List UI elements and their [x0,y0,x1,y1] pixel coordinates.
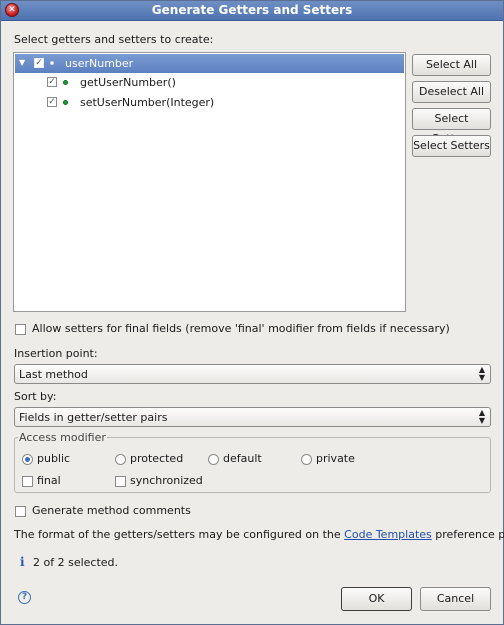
allow-setters-checkbox[interactable] [15,324,26,335]
info-icon: i [20,555,25,569]
ok-button[interactable]: OK [341,587,412,611]
sort-by-select[interactable]: Fields in getter/setter pairs ▲ ▼ [14,407,491,427]
help-icon[interactable]: ? [18,591,31,604]
field-name: userNumber [65,57,134,70]
members-tree[interactable]: ▼ ✓ userNumber ✓ getUserNumber() ✓ setUs… [13,52,406,312]
radio-public[interactable] [22,454,33,465]
insertion-point-label: Insertion point: [14,347,98,360]
generate-comments-checkbox[interactable] [15,506,26,517]
allow-setters-label: Allow setters for final fields (remove '… [32,322,450,335]
title-bar: ✕ Generate Getters and Setters [1,1,503,21]
updown-arrow-icon: ▲ ▼ [478,365,485,382]
radio-private-label: private [316,452,355,465]
radio-private[interactable] [301,454,312,465]
code-templates-link[interactable]: Code Templates [344,528,432,541]
final-label: final [37,474,61,487]
window-title: Generate Getters and Setters [151,3,353,17]
access-modifier-legend: Access modifier [18,431,107,444]
cancel-button[interactable]: Cancel [420,587,491,611]
insertion-point-select[interactable]: Last method ▲ ▼ [14,364,491,384]
access-modifier-group: Access modifier public protected default… [14,431,491,493]
select-all-button[interactable]: Select All [412,54,491,76]
info-text: The format of the getters/setters may be… [14,528,504,541]
radio-default-label: default [223,452,262,465]
select-getters-button[interactable]: Select Getters [412,108,491,145]
sort-by-value: Fields in getter/setter pairs [19,411,168,424]
public-method-icon [63,80,68,85]
final-checkbox[interactable] [22,476,33,487]
setter-name: setUserNumber(Integer) [80,96,215,109]
insertion-point-value: Last method [19,368,88,381]
select-setters-button[interactable]: Select Setters [412,135,491,157]
status-text: 2 of 2 selected. [33,556,119,569]
public-method-icon [63,100,68,105]
getter-checkbox[interactable]: ✓ [47,77,57,87]
dialog-window: ✕ Generate Getters and Setters Select ge… [0,0,504,625]
info-suffix: preference page. [435,528,504,541]
field-icon [50,61,54,65]
radio-default[interactable] [208,454,219,465]
field-checkbox[interactable]: ✓ [34,58,44,68]
radio-protected[interactable] [115,454,126,465]
radio-protected-label: protected [130,452,184,465]
synchronized-label: synchronized [130,474,203,487]
tree-row-field[interactable]: ▼ ✓ userNumber [15,54,404,73]
tree-heading: Select getters and setters to create: [14,33,214,46]
radio-public-label: public [37,452,71,465]
info-prefix: The format of the getters/setters may be… [14,528,341,541]
setter-checkbox[interactable]: ✓ [47,97,57,107]
synchronized-checkbox[interactable] [115,476,126,487]
expand-triangle-icon[interactable]: ▼ [19,58,25,67]
sort-by-label: Sort by: [14,390,57,403]
getter-name: getUserNumber() [80,76,176,89]
deselect-all-button[interactable]: Deselect All [412,81,491,103]
generate-comments-label: Generate method comments [32,504,191,517]
updown-arrow-icon: ▲ ▼ [478,408,485,425]
